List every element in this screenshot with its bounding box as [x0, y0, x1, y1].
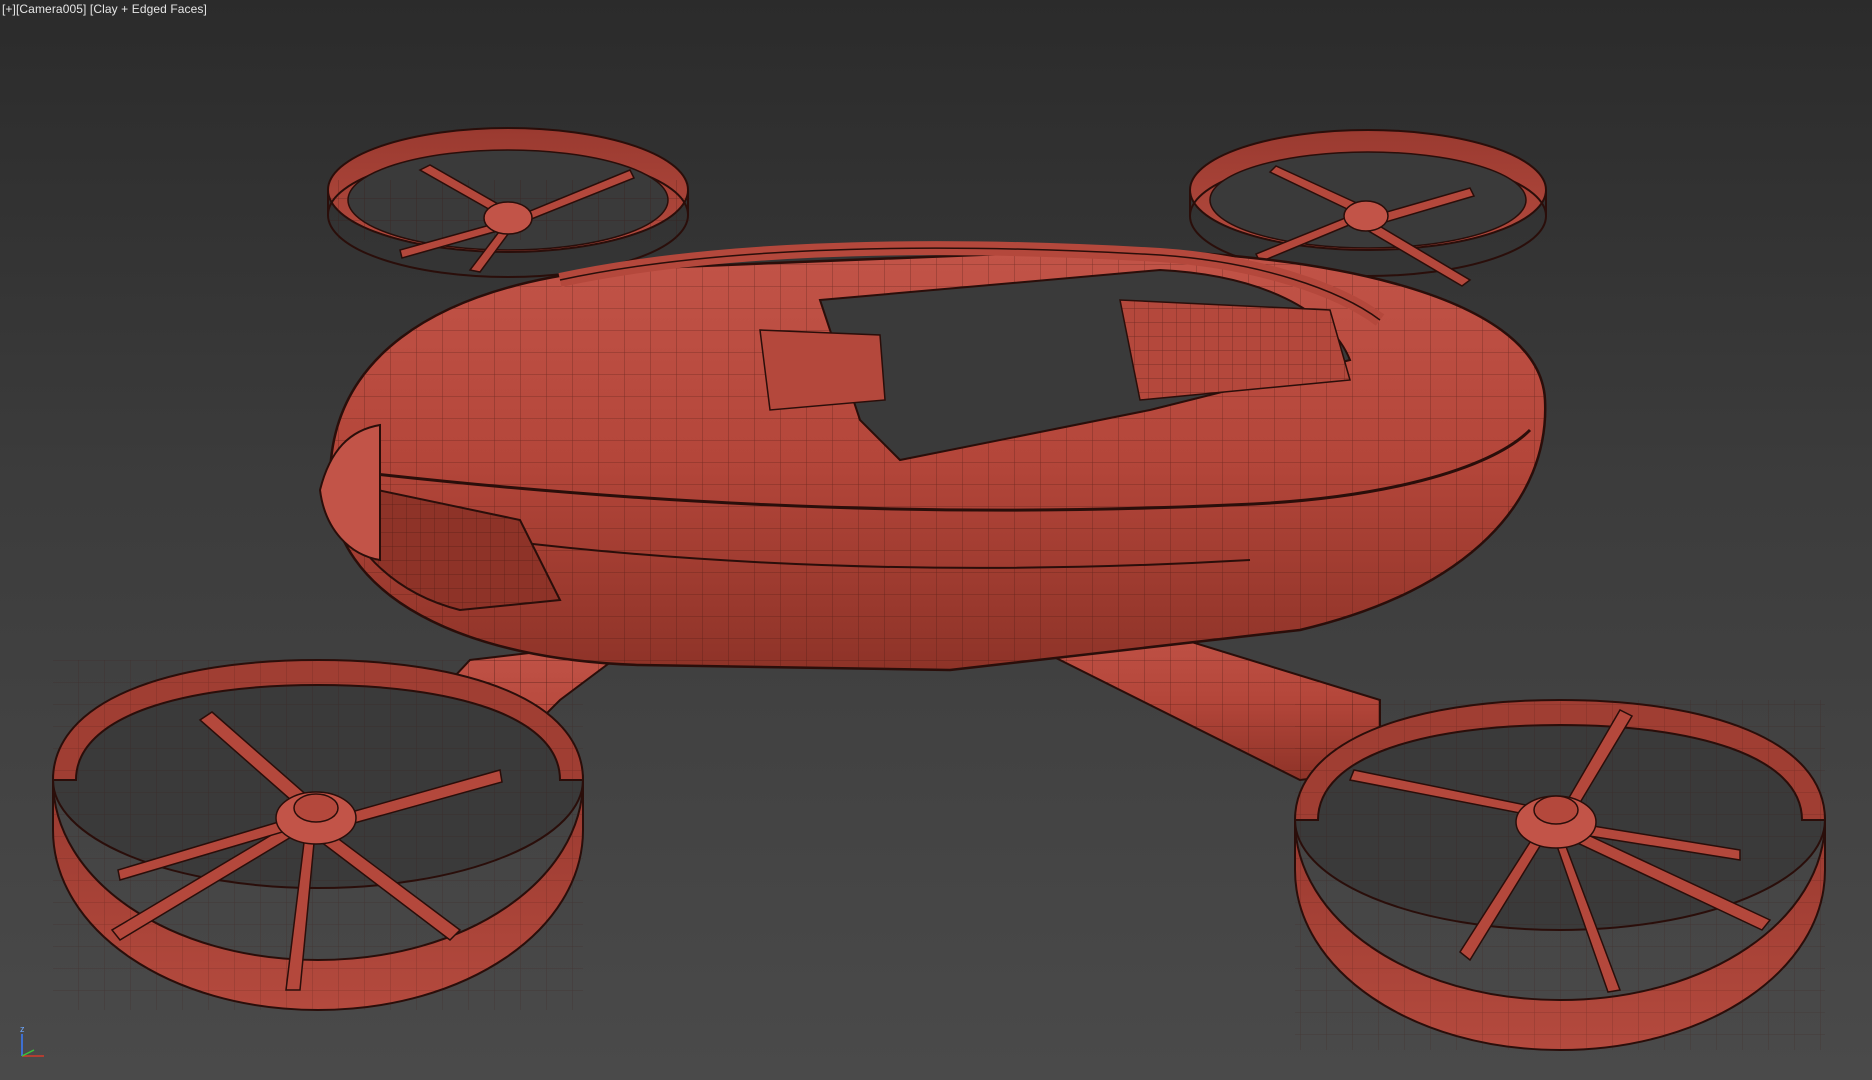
- axis-gizmo: z: [14, 1022, 54, 1062]
- axis-z-label: z: [20, 1024, 25, 1034]
- fuselage[interactable]: [318, 241, 1547, 672]
- rotor-back-left[interactable]: [327, 127, 690, 278]
- rotor-front-left[interactable]: [51, 658, 585, 1012]
- flying-car-model[interactable]: [0, 0, 1872, 1080]
- rotor-front-right[interactable]: [1293, 698, 1827, 1052]
- viewport-camera005[interactable]: [+][Camera005] [Clay + Edged Faces] z: [0, 0, 1872, 1080]
